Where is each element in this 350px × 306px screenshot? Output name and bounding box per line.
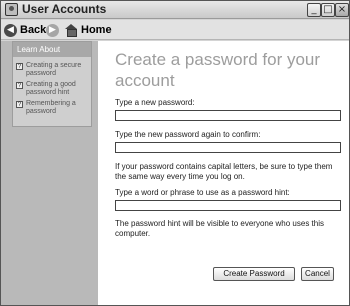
confirm-password-label: Type the new password again to confirm: [115, 130, 261, 139]
help-topic-icon: ? [16, 63, 23, 70]
user-accounts-window: User Accounts _ □ × ◀ Back ▶ Home Learn … [0, 0, 350, 306]
back-label: Back [20, 24, 47, 36]
minimize-button[interactable]: _ [307, 3, 321, 17]
new-password-label: Type a new password: [115, 98, 195, 107]
window-title: User Accounts [22, 2, 107, 16]
user-accounts-icon [5, 3, 18, 16]
learn-about-panel: Learn About ? Creating a secure password… [12, 41, 92, 127]
home-icon [64, 24, 78, 37]
learn-item-remembering-password[interactable]: ? Remembering a password [13, 100, 91, 116]
learn-item-label: Remembering a password [26, 100, 76, 115]
sidebar: Learn About ? Creating a secure password… [1, 41, 98, 305]
capital-letters-note: If your password contains capital letter… [115, 162, 333, 181]
home-button[interactable]: Home [64, 22, 112, 38]
learn-item-label: Creating a secure password [26, 62, 82, 77]
hint-visibility-note: The password hint will be visible to eve… [115, 219, 324, 238]
cancel-button[interactable]: Cancel [301, 267, 334, 281]
main-content: Create a password for your account Type … [98, 41, 349, 305]
create-password-button[interactable]: Create Password [213, 267, 295, 281]
back-button[interactable]: ◀ Back [4, 22, 46, 38]
title-bar[interactable]: User Accounts _ □ × [1, 1, 349, 19]
help-topic-icon: ? [16, 82, 23, 89]
maximize-button[interactable]: □ [321, 3, 335, 17]
confirm-password-field[interactable] [115, 142, 341, 153]
page-title: Create a password for your account [115, 50, 321, 90]
password-hint-label: Type a word or phrase to use as a passwo… [115, 188, 290, 197]
new-password-field[interactable] [115, 110, 341, 121]
learn-about-header: Learn About [13, 42, 91, 57]
close-button[interactable]: × [335, 3, 349, 17]
learn-item-label: Creating a good password hint [26, 81, 76, 96]
help-topic-icon: ? [16, 101, 23, 108]
learn-item-secure-password[interactable]: ? Creating a secure password [13, 62, 91, 78]
home-label: Home [81, 24, 112, 36]
back-arrow-icon: ◀ [4, 23, 17, 37]
learn-item-password-hint[interactable]: ? Creating a good password hint [13, 81, 91, 97]
password-hint-field[interactable] [115, 200, 341, 211]
forward-arrow-icon[interactable]: ▶ [46, 24, 59, 37]
navigation-bar: ◀ Back ▶ Home [1, 20, 349, 40]
